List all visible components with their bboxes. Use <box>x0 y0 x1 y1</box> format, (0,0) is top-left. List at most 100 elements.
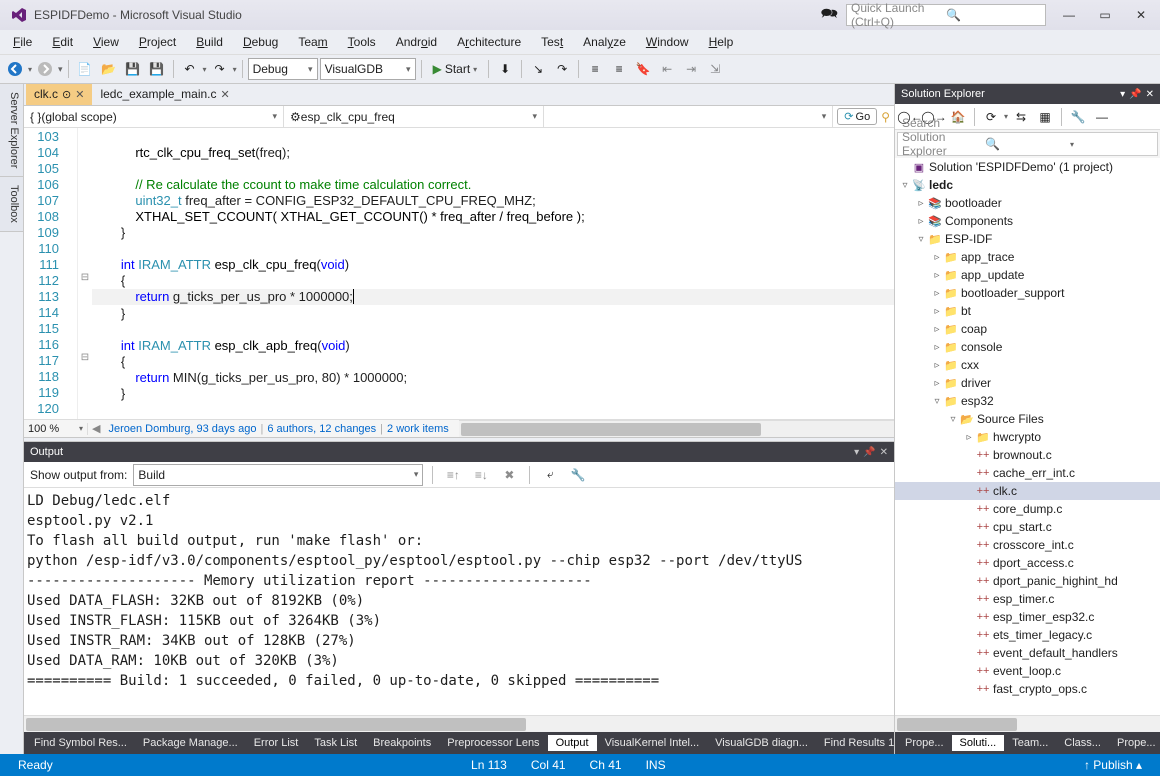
go-button[interactable]: ⟳Go <box>837 108 877 125</box>
codelens-workitems[interactable]: 2 work items <box>383 423 453 435</box>
menu-project[interactable]: Project <box>130 33 185 51</box>
expand-icon[interactable]: ▹ <box>931 288 943 299</box>
bottom-tab[interactable]: Preprocessor Lens <box>439 735 547 751</box>
maximize-button[interactable]: ▭ <box>1090 5 1120 25</box>
expand-icon[interactable]: ▿ <box>915 234 927 245</box>
se-showall-button[interactable]: ▦ <box>1034 106 1056 128</box>
output-hscroll[interactable] <box>24 715 894 732</box>
solution-tree[interactable]: ▣Solution 'ESPIDFDemo' (1 project)▿📡ledc… <box>895 158 1160 715</box>
tree-row[interactable]: ▿📁ESP-IDF <box>895 230 1160 248</box>
codelens-nav-icon[interactable]: ◀ <box>88 422 104 435</box>
menu-view[interactable]: View <box>84 33 128 51</box>
clear-output-button[interactable]: ✖ <box>498 464 520 486</box>
member-combo[interactable]: ⚙ esp_clk_cpu_freq▾ <box>284 106 544 127</box>
bottom-tab[interactable]: Package Manage... <box>135 735 246 751</box>
tree-row[interactable]: ▹📁coap <box>895 320 1160 338</box>
bottom-tab[interactable]: Task List <box>306 735 365 751</box>
menu-team[interactable]: Team <box>289 33 336 51</box>
tree-row[interactable]: ▹📁app_trace <box>895 248 1160 266</box>
step-over-button[interactable]: ↷ <box>551 58 573 80</box>
solution-config-combo[interactable]: Debug▾ <box>248 58 318 80</box>
expand-icon[interactable]: ▹ <box>915 216 927 227</box>
expand-icon[interactable]: ▹ <box>931 378 943 389</box>
code-text[interactable]: rtc_clk_cpu_freq_set(freq); // Re calcul… <box>92 128 894 419</box>
tree-row[interactable]: ++event_default_handlers <box>895 644 1160 662</box>
goto-prev-button[interactable]: ≡↑ <box>442 464 464 486</box>
share-icon[interactable]: ⚲ <box>881 110 890 124</box>
tree-row[interactable]: ++ets_timer_legacy.c <box>895 626 1160 644</box>
bottom-tab[interactable]: VisualGDB diagn... <box>707 735 816 751</box>
minimize-button[interactable]: — <box>1054 5 1084 25</box>
se-properties-button[interactable]: 🔧 <box>1067 106 1089 128</box>
expand-icon[interactable]: ▹ <box>931 270 943 281</box>
right-bottom-tab[interactable]: Soluti... <box>952 735 1005 751</box>
tree-row[interactable]: ++clk.c <box>895 482 1160 500</box>
se-hscroll[interactable] <box>895 715 1160 732</box>
toolbar-button-misc2[interactable]: ⇤ <box>656 58 678 80</box>
bottom-tab[interactable]: Output <box>548 735 597 751</box>
side-tab-server-explorer[interactable]: Server Explorer <box>0 84 23 177</box>
pin-icon[interactable]: ⊙ <box>62 88 71 101</box>
expand-icon[interactable]: ▹ <box>931 324 943 335</box>
goto-next-button[interactable]: ≡↓ <box>470 464 492 486</box>
start-debug-button[interactable]: ▶Start▾ <box>427 58 484 80</box>
undo-button[interactable]: ↶ <box>179 58 201 80</box>
menu-edit[interactable]: Edit <box>43 33 82 51</box>
tree-row[interactable]: ▣Solution 'ESPIDFDemo' (1 project) <box>895 158 1160 176</box>
side-tab-toolbox[interactable]: Toolbox <box>0 177 23 232</box>
close-icon[interactable]: ✕ <box>221 88 230 101</box>
close-button[interactable]: ✕ <box>1126 5 1156 25</box>
tree-row[interactable]: ▹📁bt <box>895 302 1160 320</box>
close-panel-icon[interactable]: ✕ <box>1146 89 1154 100</box>
expand-icon[interactable]: ▿ <box>947 414 959 425</box>
tree-row[interactable]: ++esp_timer_esp32.c <box>895 608 1160 626</box>
menu-build[interactable]: Build <box>187 33 232 51</box>
output-settings-button[interactable]: 🔧 <box>567 464 589 486</box>
tree-row[interactable]: ++core_dump.c <box>895 500 1160 518</box>
codelens-changes[interactable]: 6 authors, 12 changes <box>263 423 380 435</box>
fold-gutter[interactable]: ⊟⊟ <box>78 128 92 419</box>
expand-icon[interactable]: ▹ <box>931 342 943 353</box>
right-bottom-tab[interactable]: Prope... <box>897 735 952 751</box>
close-icon[interactable]: ✕ <box>75 88 84 101</box>
menu-test[interactable]: Test <box>532 33 572 51</box>
tree-row[interactable]: ▿📂Source Files <box>895 410 1160 428</box>
tree-row[interactable]: ++esp_timer.c <box>895 590 1160 608</box>
editor-tab[interactable]: ledc_example_main.c✕ <box>92 84 237 105</box>
editor-hscroll[interactable] <box>459 420 894 437</box>
toggle-wordwrap-button[interactable]: ⤶ <box>539 464 561 486</box>
tree-row[interactable]: ++cache_err_int.c <box>895 464 1160 482</box>
solution-explorer-search[interactable]: Search Solution Explorer (Ctrl+;) 🔍▾ <box>897 132 1158 156</box>
redo-button[interactable]: ↷ <box>209 58 231 80</box>
expand-icon[interactable]: ▿ <box>899 180 911 191</box>
bookmark-button[interactable]: 🔖 <box>632 58 654 80</box>
navigate-back-button[interactable] <box>4 58 26 80</box>
toolbar-button-misc4[interactable]: ⇲ <box>704 58 726 80</box>
new-project-button[interactable]: 📄 <box>74 58 96 80</box>
bottom-tab[interactable]: Error List <box>246 735 307 751</box>
menu-tools[interactable]: Tools <box>339 33 385 51</box>
tree-row[interactable]: ▹📁console <box>895 338 1160 356</box>
toolbar-button-misc1[interactable]: ⬇ <box>494 58 516 80</box>
expand-icon[interactable]: ▹ <box>963 432 975 443</box>
tree-row[interactable]: ▹📁app_update <box>895 266 1160 284</box>
quick-launch-input[interactable]: Quick Launch (Ctrl+Q) 🔍 <box>846 4 1046 26</box>
uncomment-button[interactable]: ≡ <box>608 58 630 80</box>
bottom-tab[interactable]: Find Results 1 <box>816 735 894 751</box>
expand-icon[interactable]: ▹ <box>931 360 943 371</box>
menu-window[interactable]: Window <box>637 33 698 51</box>
save-all-button[interactable]: 💾 <box>146 58 168 80</box>
open-file-button[interactable]: 📂 <box>98 58 120 80</box>
tree-row[interactable]: ++brownout.c <box>895 446 1160 464</box>
toolbar-button-misc3[interactable]: ⇥ <box>680 58 702 80</box>
codelens-author[interactable]: Jeroen Domburg, 93 days ago <box>104 423 260 435</box>
expand-icon[interactable]: ▹ <box>931 306 943 317</box>
pin-icon[interactable]: 📌 <box>863 447 875 458</box>
tree-row[interactable]: ▹📁bootloader_support <box>895 284 1160 302</box>
se-sync-button[interactable]: ⇆ <box>1010 106 1032 128</box>
tree-row[interactable]: ▿📡ledc <box>895 176 1160 194</box>
tree-row[interactable]: ▹📁cxx <box>895 356 1160 374</box>
bottom-tab[interactable]: VisualKernel Intel... <box>597 735 708 751</box>
right-bottom-tab[interactable]: Prope... <box>1109 735 1160 751</box>
tree-row[interactable]: ++fast_crypto_ops.c <box>895 680 1160 698</box>
